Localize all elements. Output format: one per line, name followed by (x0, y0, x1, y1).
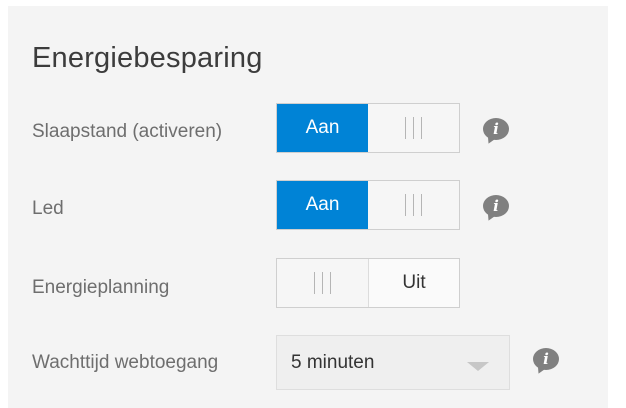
sleep-mode-label: Slaapstand (activeren) (32, 121, 223, 142)
led-on-segment[interactable]: Aan (277, 181, 368, 229)
power-schedule-label: Energieplanning (32, 277, 170, 298)
web-access-timeout-info-icon[interactable]: i (533, 348, 559, 370)
sleep-mode-grip[interactable] (368, 104, 459, 152)
grip-handle-icon (314, 272, 331, 294)
sleep-mode-on-segment[interactable]: Aan (277, 104, 368, 152)
power-schedule-grip[interactable] (277, 259, 368, 307)
led-toggle[interactable]: Aan (276, 180, 460, 230)
web-access-timeout-select[interactable]: 5 minuten (276, 335, 510, 390)
web-access-timeout-label: Wachttijd webtoegang (32, 352, 219, 373)
section-title: Energiebesparing (32, 42, 263, 74)
led-info-icon[interactable]: i (483, 195, 509, 217)
grip-handle-icon (405, 117, 422, 139)
sleep-mode-toggle[interactable]: Aan (276, 103, 460, 153)
chevron-down-icon (467, 362, 489, 371)
power-schedule-toggle[interactable]: Uit (276, 258, 460, 308)
sleep-mode-info-icon[interactable]: i (483, 118, 509, 140)
grip-handle-icon (405, 194, 422, 216)
led-grip[interactable] (368, 181, 459, 229)
led-label: Led (32, 198, 64, 219)
web-access-timeout-value: 5 minuten (291, 352, 375, 373)
power-schedule-off-segment[interactable]: Uit (368, 259, 459, 307)
